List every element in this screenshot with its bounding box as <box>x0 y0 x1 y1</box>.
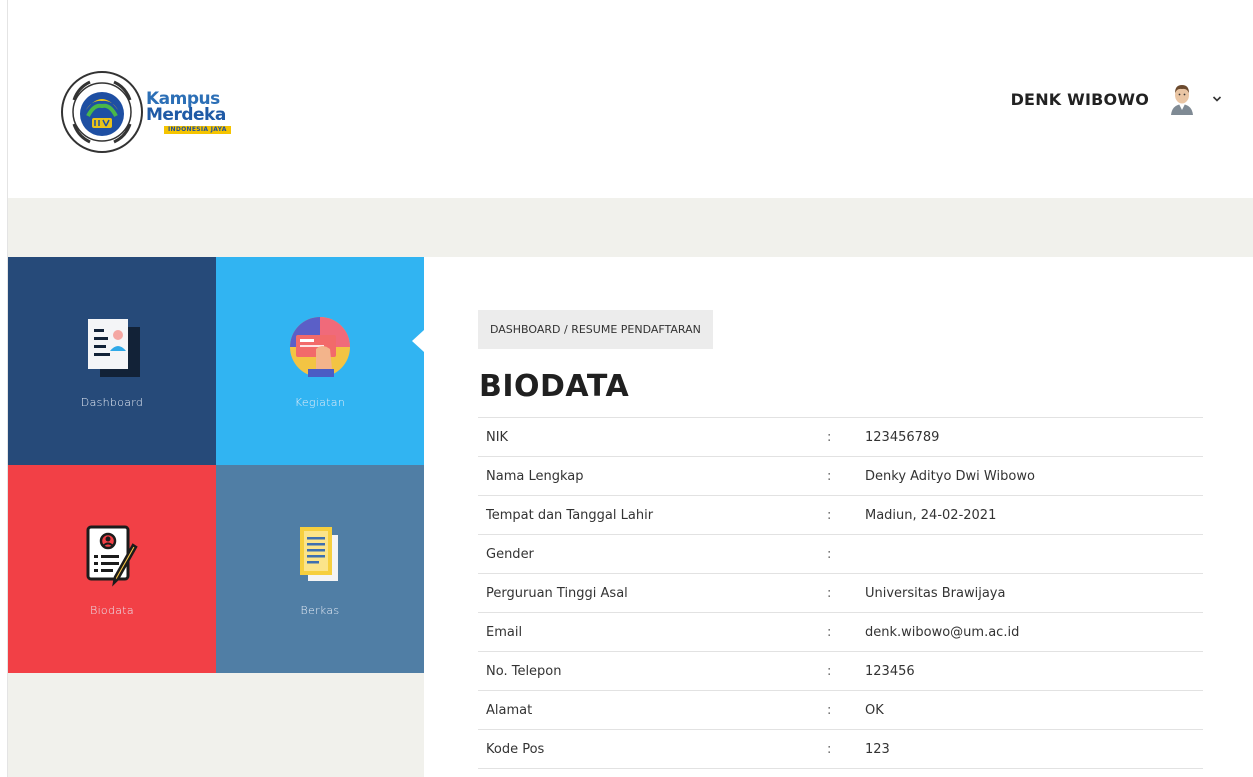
row-value: 123456 <box>865 663 915 679</box>
berkas-files-icon <box>300 527 338 581</box>
sidebar-item-label: Kegiatan <box>294 396 346 409</box>
table-row: Gender : <box>478 534 1203 574</box>
row-separator: : <box>827 468 832 484</box>
sidebar-item-dashboard[interactable]: Dashboard <box>8 257 216 465</box>
user-name: DENK WIBOWO <box>1010 89 1149 109</box>
row-label: Nama Lengkap <box>486 468 584 484</box>
row-label: Alamat <box>486 702 533 718</box>
table-row: Tempat dan Tanggal Lahir : Madiun, 24-02… <box>478 495 1203 535</box>
row-separator: : <box>827 507 832 523</box>
table-row: No. Telepon : 123456 <box>478 651 1203 691</box>
top-header: Kampus Merdeka INDONESIA JAYA DENK WIBOW… <box>8 0 1253 198</box>
sidebar-item-label: Berkas <box>300 604 340 617</box>
page-title: BIODATA <box>479 369 630 404</box>
row-label: NIK <box>486 429 509 445</box>
kampus-merdeka-brand: Kampus Merdeka INDONESIA JAYA <box>146 91 231 134</box>
chevron-down-icon[interactable] <box>1211 93 1223 105</box>
row-label: No. Telepon <box>486 663 562 679</box>
row-label: Tempat dan Tanggal Lahir <box>486 507 654 523</box>
kegiatan-card-icon <box>290 317 350 377</box>
row-label: Gender <box>486 546 534 562</box>
avatar <box>1171 85 1193 115</box>
row-separator: : <box>827 585 832 601</box>
biodata-form-icon <box>86 525 138 587</box>
row-value <box>857 535 1203 574</box>
row-value: Denky Adityo Dwi Wibowo <box>865 468 1035 484</box>
user-menu[interactable]: DENK WIBOWO <box>1011 82 1223 116</box>
row-label: Perguruan Tinggi Asal <box>486 585 628 601</box>
dashboard-document-icon <box>88 319 140 377</box>
row-value: OK <box>865 702 884 718</box>
sidebar-item-biodata[interactable]: Biodata <box>8 465 216 673</box>
sidebar-item-berkas[interactable]: Berkas <box>216 465 424 673</box>
row-value: Madiun, 24-02-2021 <box>865 507 997 523</box>
row-separator: : <box>827 741 832 757</box>
table-row: Perguruan Tinggi Asal : Universitas Braw… <box>478 573 1203 613</box>
table-row: Email : denk.wibowo@um.ac.id <box>478 612 1203 652</box>
table-row: Nama Lengkap : Denky Adityo Dwi Wibowo <box>478 456 1203 496</box>
row-value: 123 <box>865 741 890 757</box>
row-label: Email <box>486 624 523 640</box>
row-value: denk.wibowo@um.ac.id <box>865 624 1020 640</box>
row-separator: : <box>827 429 832 445</box>
brand-line-2: Merdeka <box>146 105 226 125</box>
brand-tagline: INDONESIA JAYA <box>164 126 231 134</box>
breadcrumb[interactable]: DASHBOARD / RESUME PENDAFTARAN <box>478 310 713 349</box>
table-row: Alamat : OK <box>478 690 1203 730</box>
site-logo[interactable]: Kampus Merdeka INDONESIA JAYA <box>60 70 231 154</box>
row-value: 123456789 <box>865 429 940 445</box>
row-separator: : <box>827 663 832 679</box>
active-indicator <box>412 330 424 352</box>
main-content: DASHBOARD / RESUME PENDAFTARAN BIODATA N… <box>424 257 1253 777</box>
header-band <box>8 198 1253 257</box>
sidebar-item-label: Dashboard <box>80 396 144 409</box>
row-value: Universitas Brawijaya <box>865 585 1006 601</box>
sidebar-menu: Dashboard Kegiatan Biodata Berkas <box>8 257 424 777</box>
row-separator: : <box>827 624 832 640</box>
table-row: NIK : 123456789 <box>478 417 1203 457</box>
row-separator: : <box>827 546 832 562</box>
sidebar-item-kegiatan[interactable]: Kegiatan <box>216 257 424 465</box>
sidebar-item-label: Biodata <box>90 604 134 617</box>
biodata-table: NIK : 123456789 Nama Lengkap : Denky Adi… <box>478 417 1203 769</box>
row-separator: : <box>827 702 832 718</box>
row-label: Kode Pos <box>486 741 545 757</box>
university-seal-icon <box>61 71 143 153</box>
table-row: Kode Pos : 123 <box>478 729 1203 769</box>
